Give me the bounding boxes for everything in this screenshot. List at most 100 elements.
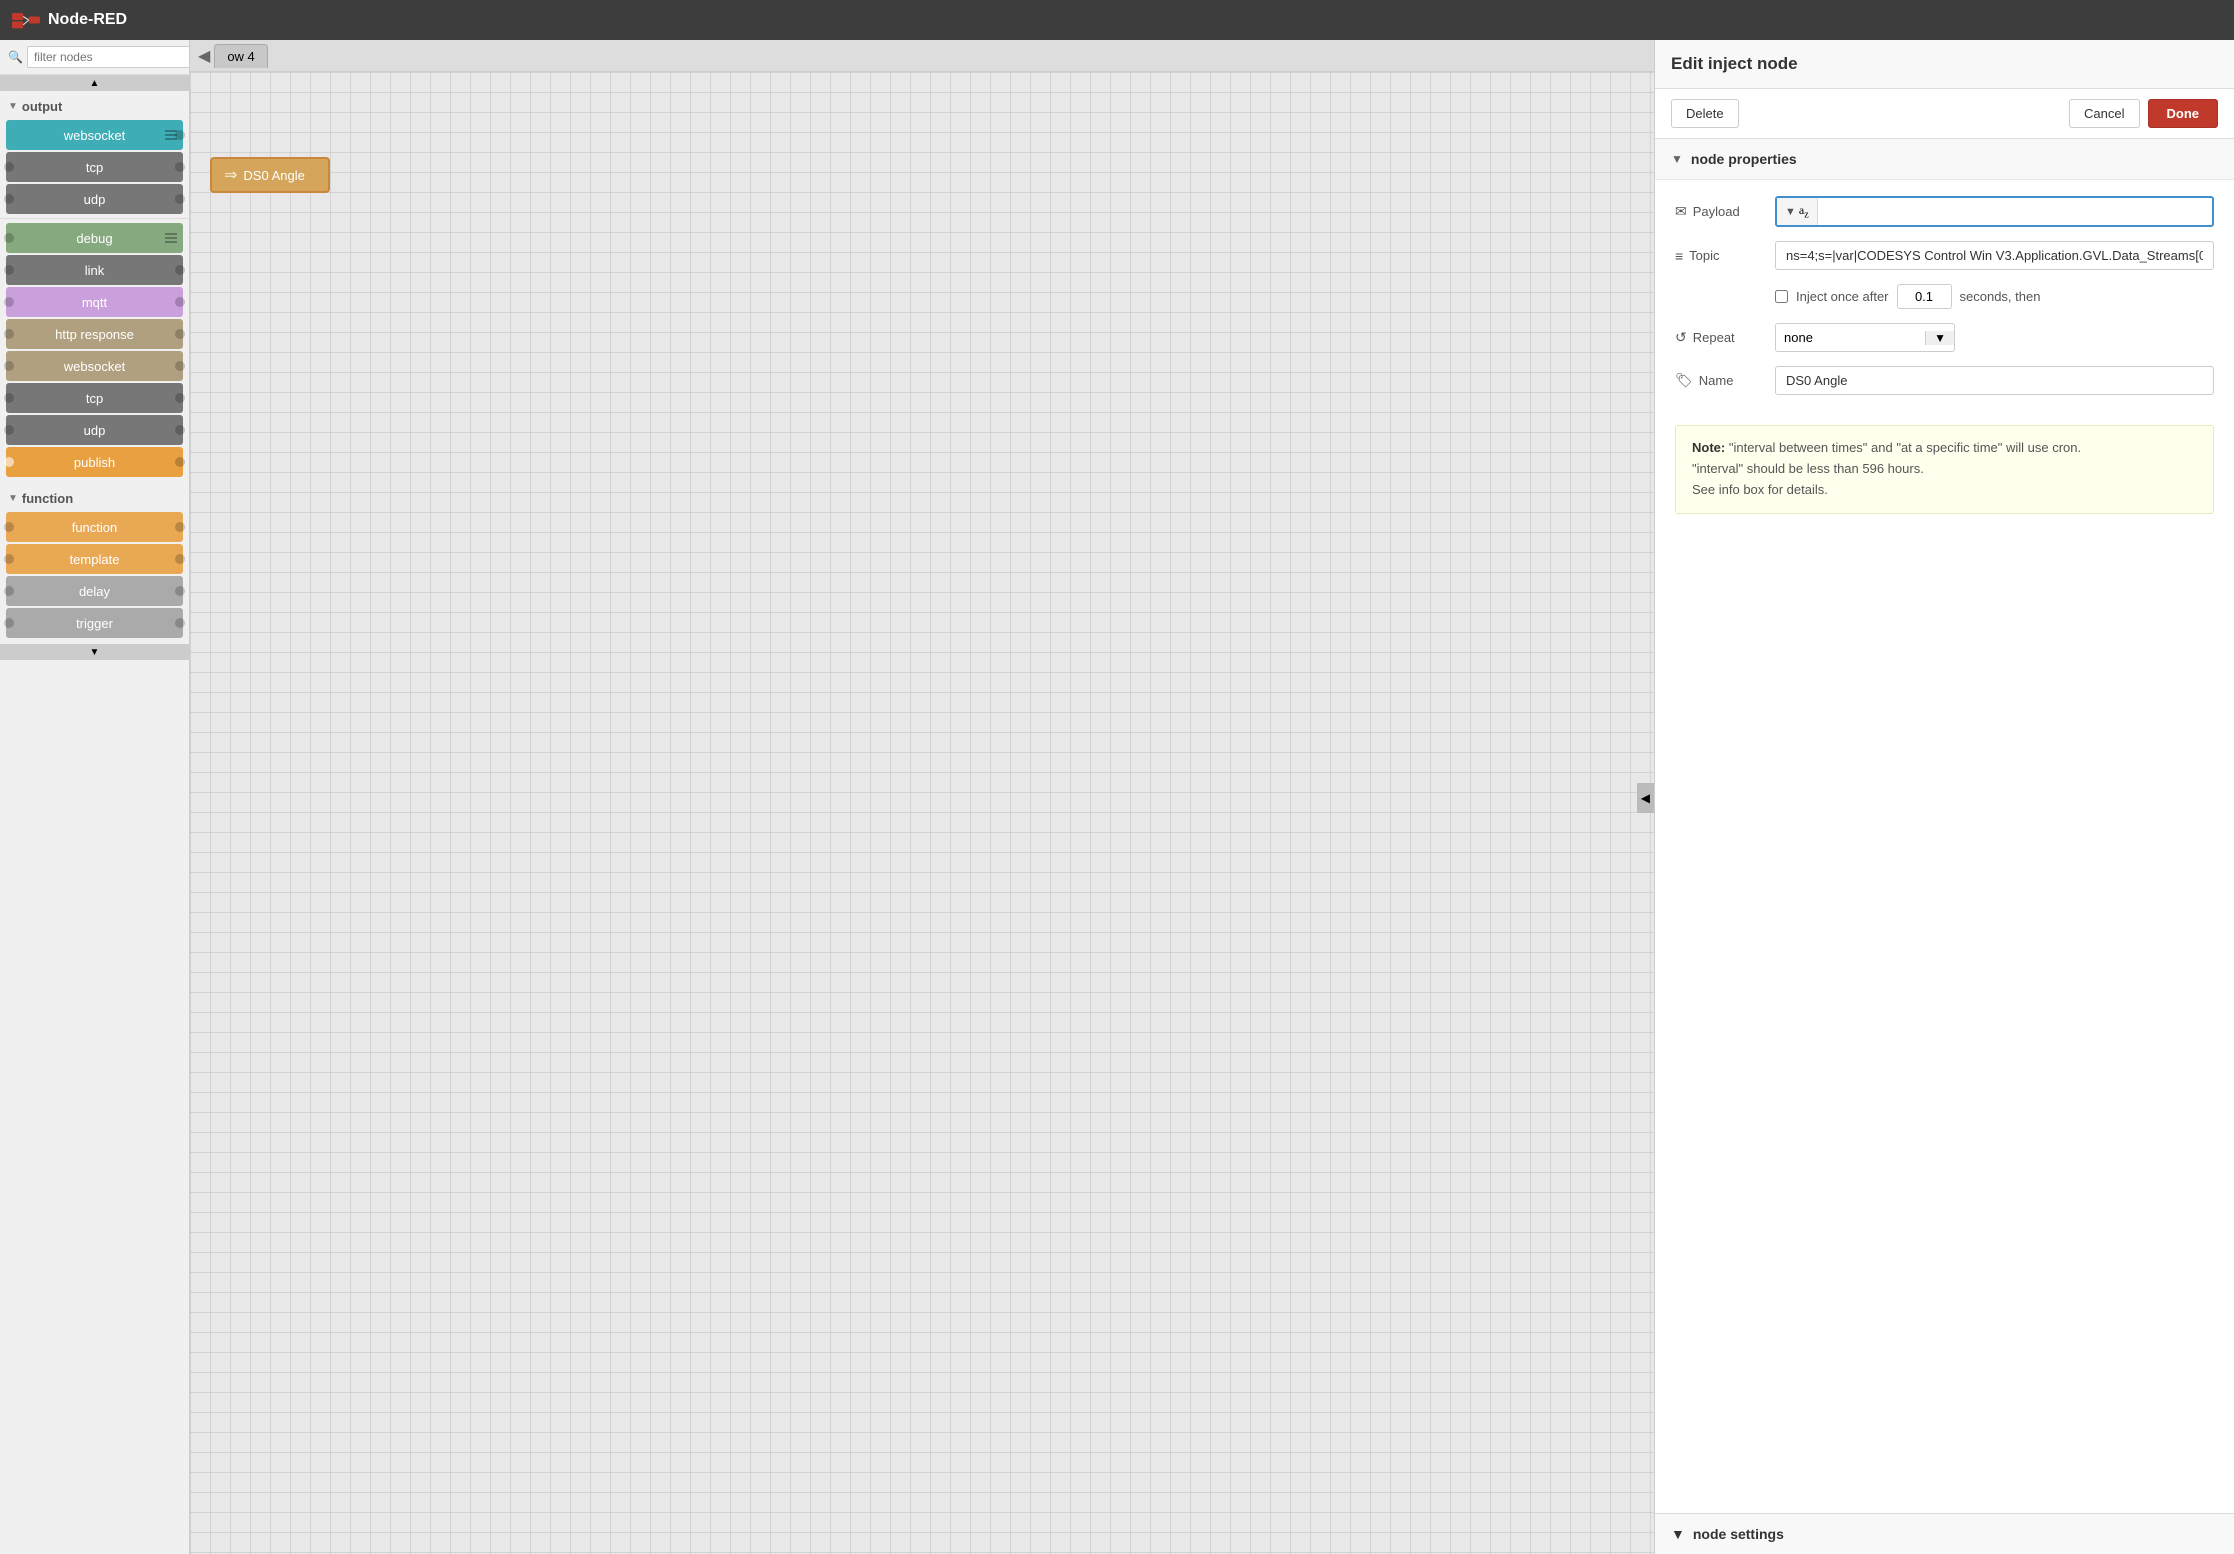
node-item-tcp-in[interactable]: tcp <box>6 152 183 182</box>
node-item-function[interactable]: function <box>6 512 183 542</box>
cancel-button[interactable]: Cancel <box>2069 99 2139 128</box>
done-button[interactable]: Done <box>2148 99 2219 128</box>
filter-row: 🔍 ◀ <box>0 40 189 75</box>
node-item-mqtt-out[interactable]: mqtt <box>6 287 183 317</box>
node-dot-right-udp-out <box>175 425 185 435</box>
payload-type-button[interactable]: ▼ az <box>1777 198 1818 225</box>
edit-panel-title: Edit inject node <box>1655 40 2234 89</box>
topic-input[interactable] <box>1775 241 2214 270</box>
category-output: ▼ output websocket tcp udp de <box>0 91 189 483</box>
topic-label: ≡ Topic <box>1675 248 1765 264</box>
canvas-collapse-right-button[interactable]: ◀ <box>1637 783 1654 813</box>
category-output-header[interactable]: ▼ output <box>0 95 189 118</box>
inject-once-label-text: Inject once after <box>1796 289 1889 304</box>
search-icon: 🔍 <box>8 50 23 64</box>
chevron-settings-icon: ▼ <box>1671 1526 1685 1542</box>
node-label-publish: publish <box>14 455 175 470</box>
section-node-properties-header[interactable]: ▼ node properties <box>1655 139 2234 180</box>
canvas-tab[interactable]: ow 4 <box>214 44 267 68</box>
topic-label-text: Topic <box>1689 248 1719 263</box>
sidebar: 🔍 ◀ ▲ ▼ output websocket tcp <box>0 40 190 1554</box>
inject-once-label[interactable]: Inject once after <box>1796 289 1889 304</box>
node-dot-right-websocket-out <box>175 361 185 371</box>
edit-panel-toolbar: Delete Cancel Done <box>1655 89 2234 139</box>
canvas-collapse-button[interactable]: ◀ <box>198 46 210 66</box>
node-dot-left-publish <box>4 457 14 467</box>
node-item-websocket-in[interactable]: websocket <box>6 120 183 150</box>
main-layout: 🔍 ◀ ▲ ▼ output websocket tcp <box>0 40 2234 1554</box>
node-dot-left-http-response <box>4 329 14 339</box>
node-item-websocket-out[interactable]: websocket <box>6 351 183 381</box>
node-label-udp-out: udp <box>14 423 175 438</box>
node-item-link-out[interactable]: link <box>6 255 183 285</box>
repeat-label-text: Repeat <box>1693 330 1735 345</box>
repeat-select[interactable]: none interval interval between times at … <box>1776 324 1925 351</box>
name-icon: 🏷 <box>1675 372 1693 389</box>
node-dot-right-udp <box>175 194 185 204</box>
edit-panel-spacer <box>1655 530 2234 1513</box>
canvas-body[interactable]: ⇒ DS0 Angle ◀ <box>190 72 1654 1554</box>
node-item-debug[interactable]: debug <box>6 223 183 253</box>
node-item-delay[interactable]: delay <box>6 576 183 606</box>
node-item-udp-out[interactable]: udp <box>6 415 183 445</box>
name-label-text: Name <box>1699 373 1734 388</box>
category-function-header[interactable]: ▼ function <box>0 487 189 510</box>
node-dot-left-debug <box>4 233 14 243</box>
section-node-settings-header[interactable]: ▼ node settings <box>1655 1513 2234 1554</box>
node-dot-right-template <box>175 554 185 564</box>
payload-input[interactable] <box>1818 199 2212 224</box>
form-row-topic: ≡ Topic <box>1675 241 2214 270</box>
repeat-field-wrap: none interval interval between times at … <box>1775 323 2214 352</box>
node-item-trigger[interactable]: trigger <box>6 608 183 638</box>
node-label-http-response: http response <box>14 327 175 342</box>
node-dot-right-delay <box>175 586 185 596</box>
node-item-publish[interactable]: publish <box>6 447 183 477</box>
node-dot-right-http-response <box>175 329 185 339</box>
category-function-label: function <box>22 491 73 506</box>
inject-seconds-input[interactable] <box>1897 284 1952 309</box>
app-logo: Node-RED <box>12 10 127 30</box>
chevron-function-icon: ▼ <box>8 493 18 504</box>
form-row-name: 🏷 Name <box>1675 366 2214 395</box>
chevron-output-icon: ▼ <box>8 101 18 112</box>
repeat-label: ↺ Repeat <box>1675 329 1765 346</box>
canvas-tab-bar: ◀ ow 4 <box>190 40 1654 72</box>
inject-suffix-text: seconds, then <box>1960 289 2041 304</box>
filter-nodes-input[interactable] <box>27 46 190 68</box>
chevron-properties-icon: ▼ <box>1671 152 1683 166</box>
node-label-websocket-out: websocket <box>14 359 175 374</box>
delete-button[interactable]: Delete <box>1671 99 1739 128</box>
node-dot-left-link <box>4 265 14 275</box>
debug-lines-icon <box>165 233 177 243</box>
node-dot-right-tcp <box>175 162 185 172</box>
node-red-logo-icon <box>12 10 40 30</box>
flow-node-arrow-icon: ⇒ <box>224 165 237 185</box>
node-dot-left-udp <box>4 194 14 204</box>
flow-node-ds0-angle[interactable]: ⇒ DS0 Angle <box>210 157 330 193</box>
topic-field-wrap <box>1775 241 2214 270</box>
note-bold-text: Note: <box>1692 440 1725 455</box>
node-dot-right-publish <box>175 457 185 467</box>
node-label-link: link <box>14 263 175 278</box>
node-dot-left-websocket-out <box>4 361 14 371</box>
scroll-down-button[interactable]: ▼ <box>0 644 189 660</box>
node-item-template[interactable]: template <box>6 544 183 574</box>
node-dot-left-udp-out <box>4 425 14 435</box>
node-item-tcp-out[interactable]: tcp <box>6 383 183 413</box>
node-dot-left-tcp <box>4 162 14 172</box>
section-node-properties-label: node properties <box>1691 151 1797 167</box>
node-dot-left-trigger <box>4 618 14 628</box>
node-item-http-response[interactable]: http response <box>6 319 183 349</box>
inject-once-checkbox[interactable] <box>1775 290 1788 303</box>
app-title: Node-RED <box>48 11 127 29</box>
repeat-icon: ↺ <box>1675 329 1687 346</box>
form-area: ✉ Payload ▼ az ≡ Topic <box>1655 180 2234 425</box>
node-label-udp-in: udp <box>14 192 175 207</box>
node-label-tcp-out: tcp <box>14 391 175 406</box>
canvas-area: ◀ ow 4 ⇒ DS0 Angle ◀ <box>190 40 1654 1554</box>
repeat-select-wrap: none interval interval between times at … <box>1775 323 1955 352</box>
name-input[interactable] <box>1775 366 2214 395</box>
scroll-up-button[interactable]: ▲ <box>0 75 189 91</box>
node-label-function: function <box>14 520 175 535</box>
node-item-udp-in[interactable]: udp <box>6 184 183 214</box>
